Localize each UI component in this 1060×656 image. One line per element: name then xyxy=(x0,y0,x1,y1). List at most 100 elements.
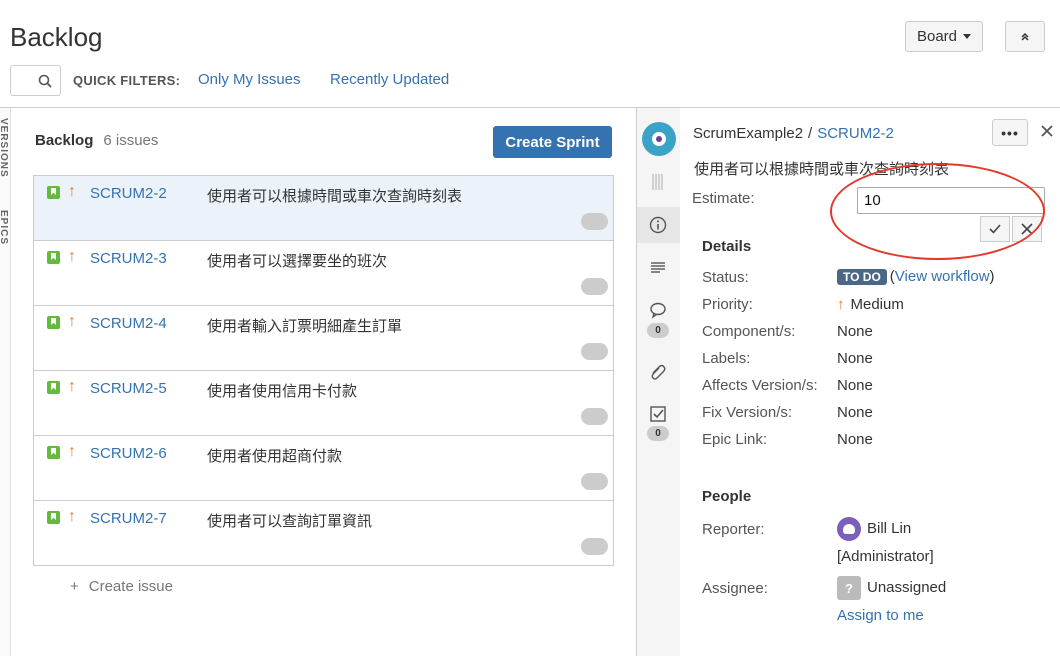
detail-issue-key[interactable]: SCRUM2-2 xyxy=(817,125,894,142)
details-heading: Details xyxy=(702,238,752,255)
story-icon xyxy=(47,316,60,329)
priority-medium-icon: ↑ xyxy=(68,443,76,460)
create-issue-label: Create issue xyxy=(88,578,173,595)
priority-medium-icon: ↑ xyxy=(68,313,76,330)
description-icon[interactable] xyxy=(648,258,668,278)
components-label: Component/s: xyxy=(702,323,796,340)
epic-link-value[interactable]: None xyxy=(837,431,873,448)
comment-count-badge: 0 xyxy=(647,323,669,338)
caret-down-icon xyxy=(963,34,972,39)
priority-medium-icon: ↑ xyxy=(68,378,76,395)
reporter-value[interactable]: Bill Lin xyxy=(837,517,911,541)
filter-only-my-issues[interactable]: Only My Issues xyxy=(198,71,301,88)
estimate-label: Estimate: xyxy=(692,190,755,207)
attachment-icon[interactable] xyxy=(648,362,668,382)
people-heading: People xyxy=(702,488,752,505)
double-chevron-up-icon xyxy=(1021,32,1029,41)
status-badge[interactable]: TO DO xyxy=(837,269,887,285)
detail-breadcrumb: ScrumExample2 /SCRUM2-2 xyxy=(693,125,894,142)
story-icon xyxy=(47,381,60,394)
avatar-eye xyxy=(652,132,666,146)
issue-summary: 使用者使用信用卡付款 xyxy=(207,383,358,400)
comment-icon[interactable] xyxy=(648,300,668,320)
versions-tab[interactable]: VERSIONS xyxy=(0,118,9,178)
filter-recently-updated[interactable]: Recently Updated xyxy=(330,71,449,88)
close-icon[interactable] xyxy=(1040,124,1054,138)
left-rail xyxy=(0,108,11,656)
backlog-issue-count: 6 issues xyxy=(103,132,159,149)
avatar xyxy=(837,517,861,541)
issue-summary: 使用者輸入訂票明細產生訂單 xyxy=(207,318,403,335)
drag-handle-icon[interactable] xyxy=(648,172,668,192)
priority-text: Medium xyxy=(850,296,904,313)
create-sprint-button[interactable]: Create Sprint xyxy=(493,126,612,158)
board-button-label: Board xyxy=(916,28,958,45)
assign-to-me-link[interactable]: Assign to me xyxy=(837,607,924,624)
project-avatar xyxy=(642,122,676,156)
estimate-badge xyxy=(581,408,608,425)
create-issue-link[interactable]: + Create issue xyxy=(70,578,173,595)
backlog-header: Backlog 6 issues xyxy=(35,132,158,149)
status-label: Status: xyxy=(702,269,749,286)
search-icon xyxy=(38,74,52,88)
estimate-badge xyxy=(581,278,608,295)
issue-key[interactable]: SCRUM2-4 xyxy=(90,315,167,332)
reporter-label: Reporter: xyxy=(702,521,765,538)
view-workflow-link[interactable]: View workflow xyxy=(895,268,990,285)
collapse-header-button[interactable] xyxy=(1005,21,1045,52)
estimate-badge xyxy=(581,343,608,360)
labels-label: Labels: xyxy=(702,350,751,367)
backlog-heading: Backlog xyxy=(35,132,94,149)
priority-medium-icon: ↑ xyxy=(68,248,76,265)
project-name[interactable]: ScrumExample2 xyxy=(693,125,803,142)
components-value[interactable]: None xyxy=(837,323,873,340)
issue-summary: 使用者可以選擇要坐的班次 xyxy=(207,253,388,270)
plus-icon: + xyxy=(70,578,79,595)
reporter-role: [Administrator] xyxy=(837,548,934,565)
issue-row[interactable]: ↑ SCRUM2-3 使用者可以選擇要坐的班次 xyxy=(34,241,613,306)
epic-link-label: Epic Link: xyxy=(702,431,768,448)
issue-key[interactable]: SCRUM2-7 xyxy=(90,510,167,527)
priority-medium-icon: ↑ xyxy=(68,508,76,525)
priority-label: Priority: xyxy=(702,296,753,313)
estimate-badge xyxy=(581,538,608,555)
priority-medium-icon: ↑ xyxy=(837,296,845,313)
breadcrumb-separator: / xyxy=(808,125,813,142)
issue-summary: 使用者使用超商付款 xyxy=(207,448,343,465)
issue-row[interactable]: ↑ SCRUM2-5 使用者使用信用卡付款 xyxy=(34,371,613,436)
issue-key[interactable]: SCRUM2-2 xyxy=(90,185,167,202)
priority-value[interactable]: ↑ Medium xyxy=(837,296,904,313)
estimate-badge xyxy=(581,213,608,230)
more-actions-button[interactable]: ••• xyxy=(992,119,1028,146)
issue-row[interactable]: ↑ SCRUM2-2 使用者可以根據時間或車次查詢時刻表 xyxy=(34,176,613,241)
story-icon xyxy=(47,511,60,524)
board-button[interactable]: Board xyxy=(905,21,983,52)
info-icon[interactable] xyxy=(648,215,668,235)
issue-key[interactable]: SCRUM2-3 xyxy=(90,250,167,267)
issue-row[interactable]: ↑ SCRUM2-7 使用者可以查詢訂單資訊 xyxy=(34,501,613,565)
affects-version-label: Affects Version/s: xyxy=(702,377,818,394)
issue-row[interactable]: ↑ SCRUM2-4 使用者輸入訂票明細產生訂單 xyxy=(34,306,613,371)
header-divider xyxy=(0,107,1060,108)
quick-filters-label: QUICK FILTERS: xyxy=(73,73,181,88)
estimate-badge xyxy=(581,473,608,490)
search-input[interactable] xyxy=(10,65,61,96)
story-icon xyxy=(47,446,60,459)
story-icon xyxy=(47,186,60,199)
page-title: Backlog xyxy=(10,22,103,52)
fix-version-label: Fix Version/s: xyxy=(702,404,793,421)
epics-tab[interactable]: EPICS xyxy=(0,210,9,245)
issue-key[interactable]: SCRUM2-5 xyxy=(90,380,167,397)
issue-key[interactable]: SCRUM2-6 xyxy=(90,445,167,462)
assignee-value[interactable]: ? Unassigned xyxy=(837,576,946,600)
status-value: TO DO (View workflow) xyxy=(837,268,995,285)
affects-version-value[interactable]: None xyxy=(837,377,873,394)
issue-summary: 使用者可以根據時間或車次查詢時刻表 xyxy=(207,188,463,205)
labels-value[interactable]: None xyxy=(837,350,873,367)
subtask-count-badge: 0 xyxy=(647,426,669,441)
fix-version-value[interactable]: None xyxy=(837,404,873,421)
subtasks-icon[interactable] xyxy=(648,404,668,424)
assignee-label: Assignee: xyxy=(702,580,768,597)
issue-row[interactable]: ↑ SCRUM2-6 使用者使用超商付款 xyxy=(34,436,613,501)
backlog-issue-list: ↑ SCRUM2-2 使用者可以根據時間或車次查詢時刻表 ↑ SCRUM2-3 … xyxy=(33,175,614,566)
